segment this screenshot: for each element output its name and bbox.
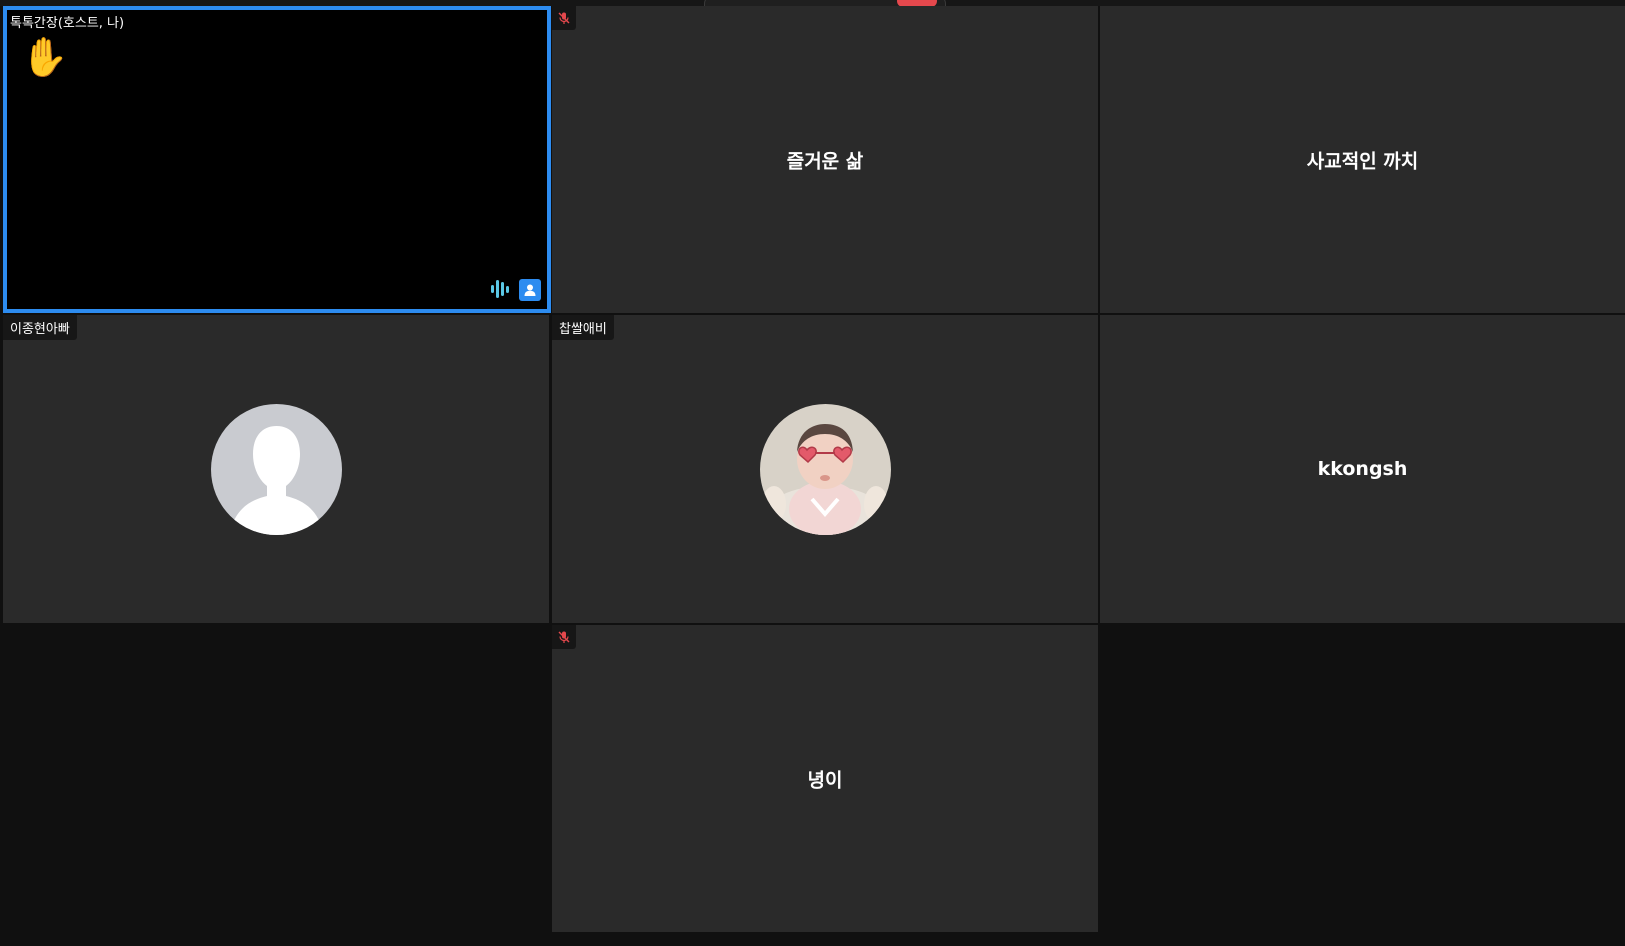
meeting-gallery-view: 톡톡간장(호스트, 나) ✋ 즐거운 삶 사교적인 까치 이종현아빠 찹쌀애비 …: [0, 0, 1625, 946]
mic-off-icon: [552, 6, 576, 30]
avatar: [760, 404, 891, 535]
raise-hand-icon: ✋: [21, 35, 69, 79]
participant-name: 즐거운 삶: [786, 150, 864, 172]
video-tile-participant[interactable]: kkongsh: [1100, 315, 1625, 623]
participant-name: kkongsh: [1317, 458, 1408, 480]
user-profile-icon[interactable]: [519, 279, 541, 301]
participant-name: 톡톡간장(호스트, 나): [10, 16, 125, 31]
video-tile-participant[interactable]: 사교적인 까치: [1100, 6, 1625, 313]
video-tile-participant[interactable]: 찹쌀애비: [552, 315, 1098, 623]
participant-name: 녕이: [807, 769, 843, 791]
avatar: [211, 404, 342, 535]
tile-controls: [489, 277, 541, 303]
participant-name: 찹쌀애비: [552, 315, 614, 340]
video-tile-participant[interactable]: 즐거운 삶: [552, 6, 1098, 313]
video-tile-participant[interactable]: 녕이: [552, 625, 1098, 932]
video-tile-participant[interactable]: 이종현아빠: [3, 315, 549, 623]
empty-tile: [3, 625, 549, 946]
participant-name: 사교적인 까치: [1306, 150, 1419, 172]
mic-off-icon: [552, 625, 576, 649]
audio-wave-icon: [489, 277, 511, 303]
empty-tile: [1100, 625, 1625, 946]
video-tile-host[interactable]: 톡톡간장(호스트, 나) ✋: [3, 6, 551, 313]
participant-name: 이종현아빠: [3, 315, 77, 340]
